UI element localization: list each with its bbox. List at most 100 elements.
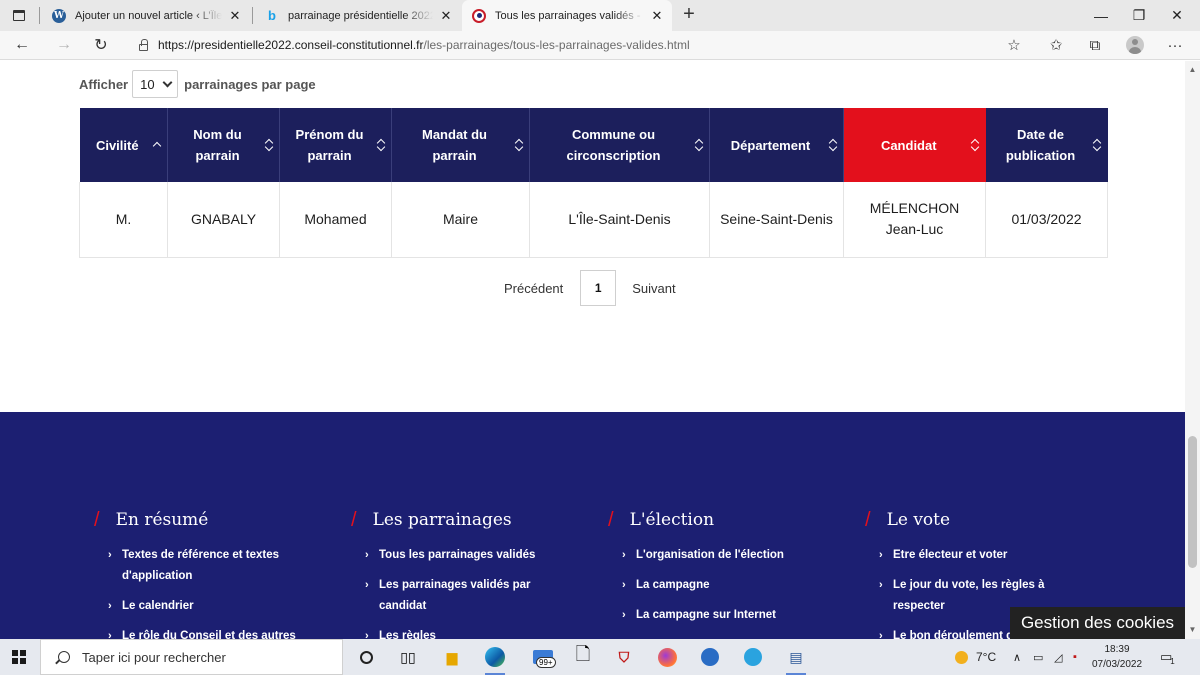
tab-wordpress[interactable]: W Ajouter un nouvel article ‹ L’Île-S ✕ — [42, 0, 250, 31]
chevron-right-icon: › — [108, 630, 112, 639]
header-prenom[interactable]: Prénom du parrain — [279, 108, 392, 182]
footer-link-text: La campagne sur Internet — [636, 609, 776, 621]
tab-actions-icon[interactable] — [8, 5, 30, 25]
system-clock[interactable]: 18:39 07/03/2022 — [1092, 642, 1142, 672]
app-icon[interactable] — [698, 645, 722, 669]
word-document-icon[interactable]: ▤ — [784, 645, 808, 675]
forward-button[interactable]: → — [52, 34, 76, 56]
prev-page-link[interactable]: Précédent — [504, 281, 563, 296]
lock-icon[interactable] — [136, 38, 150, 51]
chevron-right-icon: › — [108, 549, 112, 561]
footer-heading: / L'élection — [608, 508, 866, 532]
url-path: /les-parrainages/tous-les-parrainages-va… — [423, 38, 690, 52]
profile-button[interactable] — [1122, 34, 1148, 56]
footer-link[interactable]: › Etre électeur et voter — [879, 545, 1123, 566]
header-nom[interactable]: Nom du parrain — [167, 108, 280, 182]
site-footer: / En résumé › Textes de référence et texte… — [0, 412, 1185, 639]
mail-icon[interactable]: 99+ — [526, 645, 560, 669]
avatar — [1126, 36, 1144, 54]
chevron-right-icon: › — [879, 579, 883, 591]
sort-icon — [1093, 138, 1102, 152]
tab-bing[interactable]: b parrainage présidentielle 2022 - ✕ — [255, 0, 461, 31]
collections-icon[interactable]: ⧉ — [1082, 34, 1108, 56]
footer-link[interactable]: › Les parrainages validés par candidat — [365, 575, 555, 617]
footer-link[interactable]: › Le calendrier — [108, 596, 352, 617]
header-commune[interactable]: Commune ou circonscription — [529, 108, 710, 182]
cortana-icon[interactable] — [354, 645, 378, 669]
close-tab-icon[interactable]: ✕ — [439, 8, 453, 23]
settings-menu-icon[interactable]: ··· — [1162, 34, 1188, 56]
tab-title: Ajouter un nouvel article ‹ L’Île-S — [75, 9, 222, 22]
notifications-icon[interactable]: ▭ 1 — [1160, 639, 1175, 675]
weather-widget[interactable]: 7°C — [955, 639, 996, 675]
footer-link[interactable]: › La campagne — [622, 575, 866, 596]
scroll-down-icon[interactable]: ▼ — [1185, 623, 1200, 637]
search-icon — [58, 651, 70, 663]
tab-parrainages-active[interactable]: Tous les parrainages validés - Co ✕ — [462, 0, 672, 31]
browser-tab-bar: W Ajouter un nouvel article ‹ L’Île-S ✕ … — [0, 0, 1200, 31]
wifi-icon[interactable]: ◿ — [1054, 639, 1062, 675]
document-icon[interactable]: 🗋 — [571, 644, 595, 669]
file-explorer-icon[interactable]: ▆ — [440, 645, 464, 669]
footer-link[interactable]: › Tous les parrainages validés — [365, 545, 609, 566]
header-label: Commune ou circonscription — [566, 127, 661, 163]
scroll-up-icon[interactable]: ▲ — [1185, 63, 1200, 77]
header-label: Département — [730, 137, 811, 153]
header-label: Civilité — [95, 137, 139, 153]
chevron-right-icon: › — [879, 630, 883, 639]
network-icon[interactable]: ▭ — [1033, 639, 1043, 675]
edge-icon[interactable] — [483, 645, 507, 675]
page-number-button[interactable]: 1 — [580, 270, 617, 306]
windows-start-icon[interactable] — [12, 650, 26, 664]
header-date[interactable]: Date de publication — [985, 108, 1108, 182]
footer-link[interactable]: › Textes de référence et textes d'applica… — [108, 545, 298, 587]
page-size-select[interactable]: 10 — [132, 70, 179, 98]
refresh-button[interactable]: ↻ — [89, 34, 113, 56]
favorites-icon[interactable]: ✩ — [1043, 34, 1069, 56]
footer-heading: / Les parrainages — [351, 508, 609, 532]
footer-heading: / Le vote — [865, 508, 1123, 532]
parrainages-table: Civilité Nom du parrain Prénom du parrai… — [79, 108, 1108, 258]
close-window-button[interactable]: ✕ — [1154, 0, 1200, 31]
chevron-right-icon: › — [365, 549, 369, 561]
close-tab-icon[interactable]: ✕ — [650, 8, 664, 23]
footer-column-election: / L'élection › L'organisation de l'électio… — [608, 508, 866, 635]
url-field[interactable]: https://presidentielle2022.conseil-const… — [136, 33, 996, 57]
firefox-icon[interactable] — [655, 645, 679, 669]
header-departement[interactable]: Département — [709, 108, 844, 182]
taskbar-search[interactable]: Taper ici pour rechercher — [40, 639, 343, 675]
clock-time: 18:39 — [1104, 644, 1130, 655]
next-page-link[interactable]: Suivant — [632, 281, 675, 296]
cell-date: 01/03/2022 — [985, 182, 1108, 258]
telegram-icon[interactable] — [741, 645, 765, 669]
scrollbar-thumb[interactable] — [1188, 436, 1197, 568]
slash-icon: / — [608, 508, 614, 531]
header-civilite[interactable]: Civilité — [79, 108, 168, 182]
footer-link[interactable]: › L'organisation de l'élection — [622, 545, 866, 566]
footer-link[interactable]: › Les règles — [365, 626, 609, 639]
wordpress-icon: W — [52, 8, 66, 23]
task-view-icon[interactable]: ▯▯ — [396, 645, 420, 669]
header-mandat[interactable]: Mandat du parrain — [391, 108, 530, 182]
back-button[interactable]: ← — [10, 34, 34, 56]
show-prefix: Afficher — [79, 76, 129, 92]
weather-temperature: 7°C — [976, 650, 997, 664]
footer-heading: / En résumé — [94, 508, 352, 532]
close-tab-icon[interactable]: ✕ — [228, 8, 242, 23]
tab-separator — [252, 7, 253, 24]
header-label: Nom du parrain — [193, 127, 242, 163]
sort-icon — [828, 138, 837, 152]
new-tab-button[interactable]: + — [678, 4, 700, 26]
header-candidat[interactable]: Candidat — [843, 108, 986, 182]
chevron-right-icon: › — [879, 549, 883, 561]
security-icon[interactable]: ▪ — [1073, 639, 1077, 675]
mcafee-icon[interactable]: ⛉ — [612, 645, 636, 669]
page-scrollbar[interactable]: ▲ ▼ — [1185, 61, 1200, 639]
search-placeholder: Taper ici pour rechercher — [82, 649, 226, 665]
show-hidden-icons[interactable]: ∧ — [1013, 639, 1021, 675]
footer-link[interactable]: › La campagne sur Internet — [622, 605, 866, 626]
sort-asc-icon — [152, 138, 161, 152]
cookie-settings-button[interactable]: Gestion des cookies — [1010, 607, 1185, 639]
footer-link[interactable]: › Le rôle du Conseil et des autres — [108, 626, 352, 639]
add-favorite-icon[interactable]: ☆ — [1001, 34, 1027, 56]
